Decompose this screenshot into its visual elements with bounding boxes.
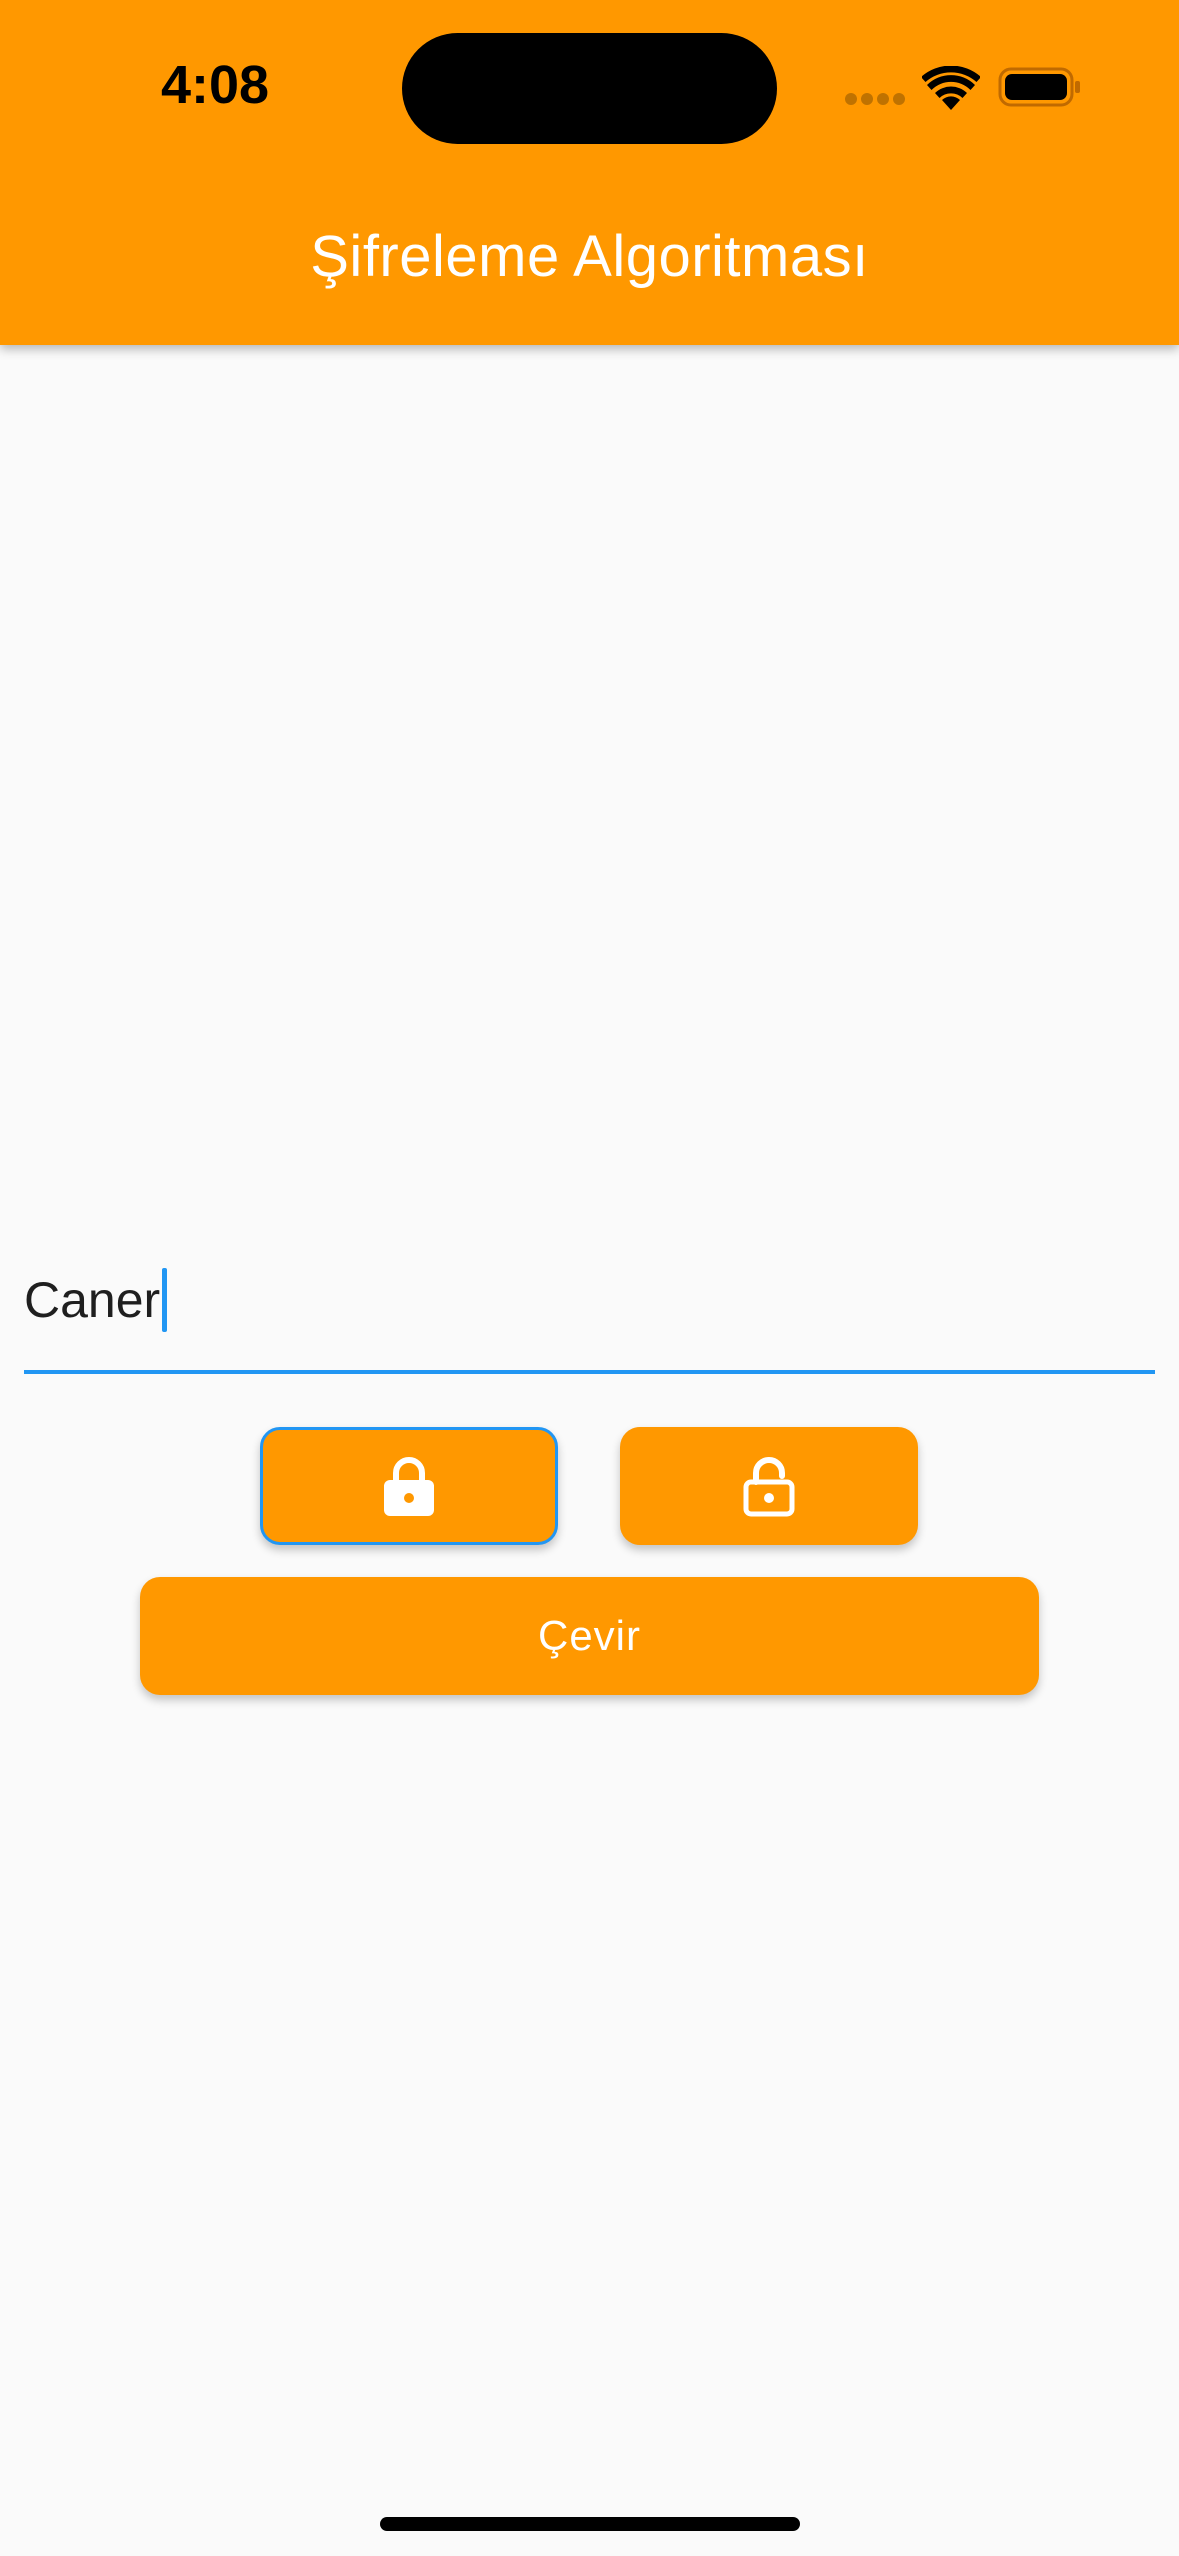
lock-icon [384, 1457, 434, 1516]
home-indicator[interactable] [380, 2517, 800, 2531]
page-title: Şifreleme Algoritması [310, 224, 869, 289]
text-input-value: Caner [24, 1272, 161, 1328]
lock-open-icon [743, 1457, 795, 1517]
decrypt-button[interactable] [620, 1427, 918, 1545]
battery-icon [998, 67, 1080, 107]
app-bar: 4:08 Şifreleme Algoritması [0, 0, 1179, 345]
wifi-icon [922, 66, 980, 110]
cellular-signal-icon [845, 93, 905, 107]
status-time: 4:08 [160, 55, 270, 115]
dynamic-island [402, 33, 777, 144]
encrypt-button[interactable] [260, 1427, 558, 1545]
text-input-container[interactable]: Caner [24, 1250, 1155, 1374]
text-input-underline [24, 1370, 1155, 1374]
convert-button[interactable]: Çevir [140, 1577, 1039, 1695]
convert-button-label: Çevir [537, 1612, 641, 1659]
text-cursor [162, 1268, 168, 1332]
text-input[interactable]: Caner [24, 1250, 1155, 1350]
